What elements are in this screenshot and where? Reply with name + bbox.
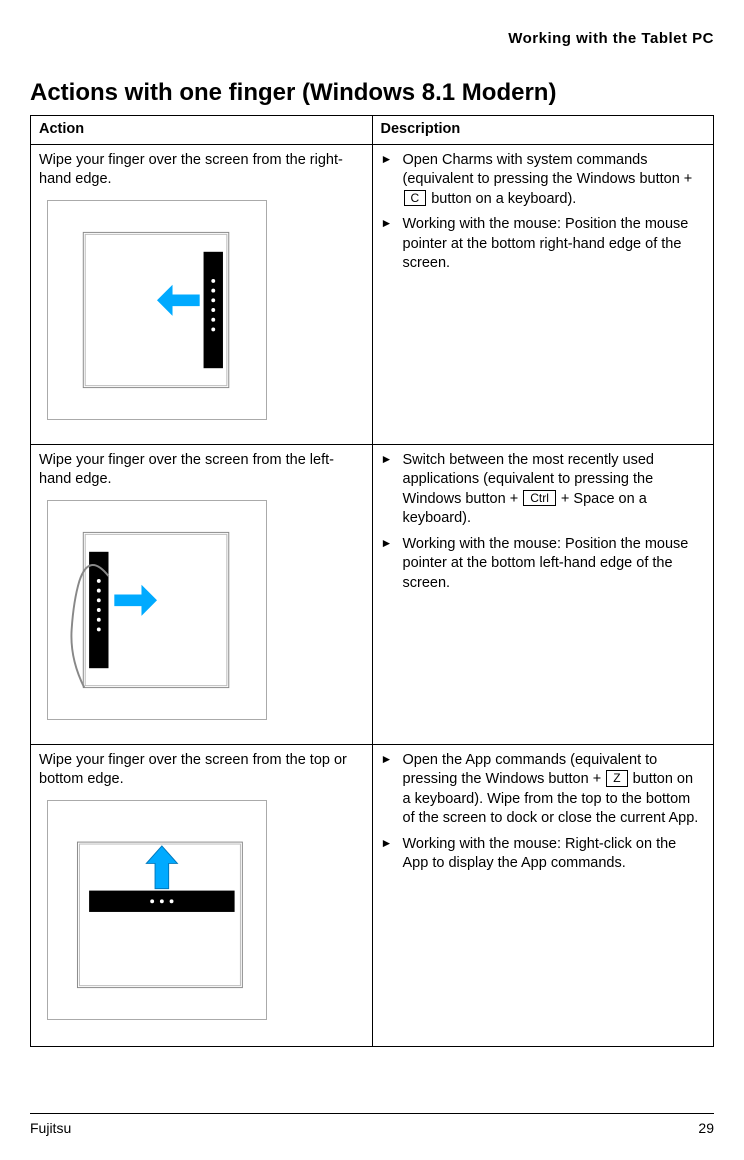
- table-row: Wipe your finger over the screen from th…: [31, 444, 714, 744]
- keycap-icon: Ctrl: [523, 490, 556, 506]
- bullet-text: button on a keyboard).: [427, 191, 576, 207]
- swipe-from-top-bottom-icon: [47, 800, 267, 1020]
- page-footer: Fujitsu 29: [30, 1113, 714, 1136]
- list-item: Working with the mouse: Right-click on t…: [381, 835, 706, 874]
- list-item: Open the App commands (equivalent to pre…: [381, 751, 706, 829]
- footer-brand: Fujitsu: [30, 1120, 71, 1136]
- action-text: Wipe your finger over the screen from th…: [39, 751, 364, 790]
- gestures-table: Action Description Wipe your finger over…: [30, 115, 714, 1047]
- bullet-text: Open Charms with system commands (equiva…: [403, 152, 693, 188]
- action-text: Wipe your finger over the screen from th…: [39, 151, 364, 190]
- action-text: Wipe your finger over the screen from th…: [39, 451, 364, 490]
- illustration: [39, 200, 364, 420]
- table-row: Wipe your finger over the screen from th…: [31, 144, 714, 444]
- table-row: Wipe your finger over the screen from th…: [31, 744, 714, 1046]
- bullet-text: Working with the mouse: Position the mou…: [403, 216, 689, 271]
- description-list: Switch between the most recently used ap…: [381, 451, 706, 594]
- illustration: [39, 800, 364, 1020]
- list-item: Open Charms with system commands (equiva…: [381, 151, 706, 210]
- table-header-action: Action: [31, 116, 373, 145]
- section-title: Actions with one finger (Windows 8.1 Mod…: [30, 79, 714, 107]
- page-header-category: Working with the Tablet PC: [30, 30, 714, 47]
- keycap-icon: C: [404, 190, 427, 206]
- list-item: Switch between the most recently used ap…: [381, 451, 706, 529]
- illustration: [39, 500, 364, 720]
- table-header-description: Description: [372, 116, 714, 145]
- bullet-text: Working with the mouse: Right-click on t…: [403, 836, 677, 872]
- list-item: Working with the mouse: Position the mou…: [381, 535, 706, 594]
- swipe-from-left-icon: [47, 500, 267, 720]
- description-list: Open the App commands (equivalent to pre…: [381, 751, 706, 874]
- keycap-icon: Z: [606, 770, 627, 786]
- swipe-from-right-icon: [47, 200, 267, 420]
- list-item: Working with the mouse: Position the mou…: [381, 215, 706, 274]
- description-list: Open Charms with system commands (equiva…: [381, 151, 706, 274]
- bullet-text: Working with the mouse: Position the mou…: [403, 536, 689, 591]
- footer-page-number: 29: [698, 1120, 714, 1136]
